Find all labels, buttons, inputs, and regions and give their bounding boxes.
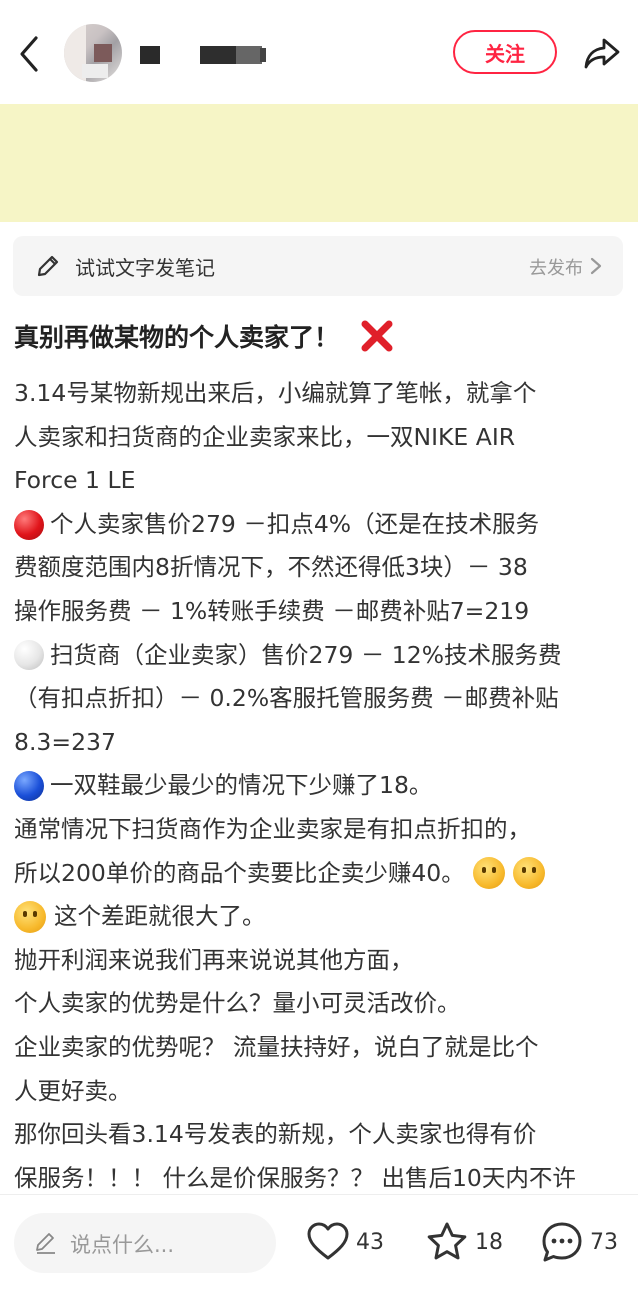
white-circle-icon: [14, 640, 44, 671]
body-line: 3.14号某物新规出来后，小编就算了笔帐，就拿个: [14, 379, 537, 407]
body-line: 人卖家和扫货商的企业卖家来比，一双NIKE AIR: [14, 422, 516, 451]
thinking-face-icon: [512, 857, 545, 890]
back-arrow-icon[interactable]: [12, 32, 52, 76]
bottom-action-bar: 说点什么... 43 18 73: [0, 1194, 638, 1289]
favorite-count: 18: [475, 1229, 503, 1255]
star-icon: [427, 1222, 467, 1260]
like-count: 43: [356, 1229, 384, 1255]
comment-bubble-icon: [542, 1222, 582, 1262]
try-text-note-bar[interactable]: 试试文字发笔记 去发布: [13, 236, 623, 296]
body-line: 费额度范围内8折情况下，不然还得低3块）－ 38: [14, 553, 528, 582]
body-line: 个人卖家售价279 －扣点4%（还是在技术服务: [14, 503, 626, 547]
like-button[interactable]: 43: [306, 1219, 384, 1265]
comment-placeholder: 说点什么...: [70, 1233, 175, 1257]
post-title: 真别再做某物的个人卖家了！: [14, 323, 340, 352]
share-icon[interactable]: [582, 34, 622, 72]
go-publish-link[interactable]: 去发布: [529, 254, 583, 280]
body-line: 那你回头看3.14号发表的新规，个人卖家也得有价: [14, 1120, 537, 1149]
post-body: 3.14号某物新规出来后，小编就算了笔帐，就拿个 人卖家和扫货商的企业卖家来比，…: [14, 372, 626, 1200]
comment-input[interactable]: 说点什么...: [14, 1213, 276, 1273]
body-line: 扫货商（企业卖家）售价279 － 12%技术服务费: [14, 634, 626, 678]
thinking-face-icon: [472, 857, 505, 890]
top-nav-bar: 关注: [0, 0, 638, 104]
favorite-button[interactable]: 18: [425, 1219, 503, 1265]
body-line: 个人卖家的优势是什么？量小可灵活改价。: [14, 989, 461, 1018]
author-name-pixelated[interactable]: [140, 44, 280, 66]
body-line: Force 1 LE: [14, 466, 136, 495]
follow-button[interactable]: 关注: [453, 30, 557, 74]
body-line: 企业卖家的优势呢？ 流量扶持好，说白了就是比个: [14, 1032, 539, 1061]
body-line: （有扣点折扣）－ 0.2%客服托管服务费 －邮费补贴: [14, 684, 559, 713]
author-avatar[interactable]: [64, 24, 122, 82]
body-line: 这个差距就很大了。: [14, 895, 626, 939]
body-line: 抛开利润来说我们再来说说其他方面，: [14, 945, 414, 974]
cover-banner: [0, 104, 638, 222]
body-line: 8.3=237: [14, 727, 116, 756]
body-line: 所以200单价的商品个卖要比企卖少赚40。: [14, 852, 626, 896]
pencil-icon: [37, 255, 59, 277]
body-line: 操作服务费 － 1%转账手续费 －邮费补贴7=219: [14, 596, 530, 625]
comment-count: 73: [590, 1229, 618, 1255]
comments-button[interactable]: 73: [540, 1219, 618, 1265]
blue-circle-icon: [14, 771, 44, 802]
body-line: 通常情况下扫货商作为企业卖家是有扣点折扣的，: [14, 814, 531, 843]
try-note-label: 试试文字发笔记: [75, 256, 215, 280]
body-line: 一双鞋最少最少的情况下少赚了18。: [14, 764, 626, 808]
pencil-icon: [36, 1233, 55, 1254]
heart-icon: [307, 1222, 349, 1260]
chevron-right-icon: [590, 257, 602, 275]
cross-mark-icon: [361, 320, 393, 352]
body-line: 人更好卖。: [14, 1076, 132, 1105]
thinking-face-icon: [14, 900, 46, 933]
post-title-row: 真别再做某物的个人卖家了！: [14, 318, 626, 354]
red-circle-icon: [14, 509, 44, 540]
